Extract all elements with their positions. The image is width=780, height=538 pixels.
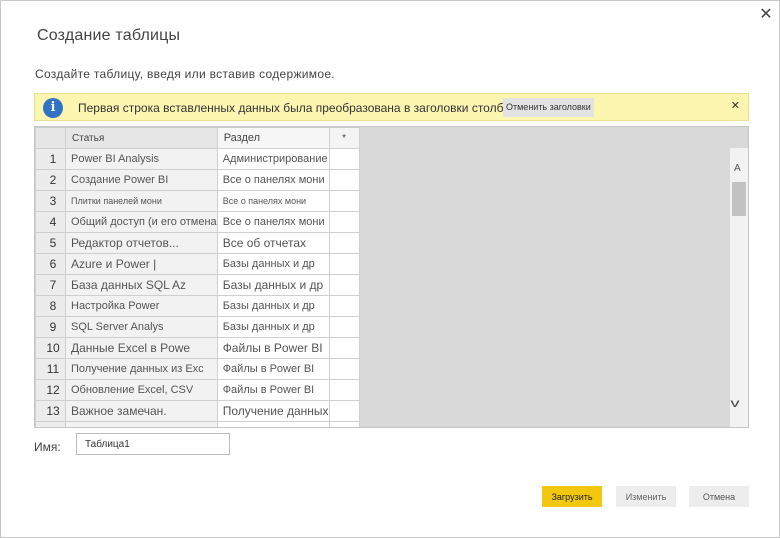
cell-empty[interactable] [328, 169, 360, 191]
scroll-thumb[interactable] [732, 182, 746, 216]
cell-article[interactable]: Обновление Excel, CSV [65, 379, 218, 401]
data-table: Статья Раздел * 1 Power BI Analysis Админи… [35, 127, 360, 427]
cell-article[interactable] [65, 421, 218, 427]
row-number[interactable]: 10 [35, 337, 66, 359]
cell-empty[interactable] [328, 211, 360, 233]
cell-section[interactable]: Базы данных и др [216, 253, 330, 275]
add-column-header[interactable]: * [328, 127, 360, 149]
scroll-up-icon[interactable]: A [734, 163, 741, 174]
cancel-button[interactable]: Отмена [689, 486, 749, 507]
dialog-title: Создание таблицы [37, 27, 181, 44]
cell-section[interactable]: Базы данных и др [216, 274, 330, 296]
table-row: 11 Получение данных из Exc Файлы в Power B… [35, 358, 360, 380]
cell-article[interactable]: Данные Excel в Powe [65, 337, 218, 359]
cell-article[interactable]: Важное замечан. [65, 400, 218, 422]
header-row: Статья Раздел * [35, 127, 360, 149]
vertical-scrollbar[interactable]: A v [730, 148, 748, 427]
table-row: 9 SQL Server Analys Базы данных и др [35, 316, 360, 338]
edit-button[interactable]: Изменить [616, 486, 676, 507]
cell-article[interactable]: Azure и Power | [65, 253, 218, 275]
cell-article[interactable]: Создание Power BI [65, 169, 218, 191]
table-row: 1 Power BI Analysis Администрирование [35, 148, 360, 170]
cell-empty[interactable] [328, 274, 360, 296]
cell-article[interactable]: SQL Server Analys [65, 316, 218, 338]
table-row: 7 База данных SQL Az Базы данных и др [35, 274, 360, 296]
chevron-down-icon[interactable]: v [731, 396, 740, 410]
create-table-dialog: ✕ Создание таблицы Создайте таблицу, вве… [0, 0, 780, 538]
table-row: 12 Обновление Excel, CSV Файлы в Power BI [35, 379, 360, 401]
name-label: Имя: [34, 440, 61, 454]
cell-article[interactable]: База данных SQL Az [65, 274, 218, 296]
cell-article[interactable]: Редактор отчетов... [65, 232, 218, 254]
row-number[interactable]: 13 [35, 400, 66, 422]
cell-empty[interactable] [328, 148, 360, 170]
table-row: 6 Azure и Power | Базы данных и др [35, 253, 360, 275]
data-grid: Статья Раздел * 1 Power BI Analysis Админи… [34, 126, 749, 428]
cell-article[interactable]: Получение данных из Exc [65, 358, 218, 380]
close-icon[interactable]: ✕ [757, 6, 775, 24]
table-row [35, 421, 360, 427]
cell-section[interactable]: Файлы в Power BI [216, 358, 330, 380]
column-header-section[interactable]: Раздел [216, 127, 330, 149]
table-row: 10 Данные Excel в Powe Файлы в Power BI [35, 337, 360, 359]
table-row: 4 Общий доступ (и его отмена Все о панелях… [35, 211, 360, 233]
row-number[interactable]: 11 [35, 358, 66, 380]
cell-empty[interactable] [328, 295, 360, 317]
column-header-article[interactable]: Статья [65, 127, 218, 149]
table-row: 5 Редактор отчетов... Все об отчетах [35, 232, 360, 254]
cell-section[interactable]: Все об отчетах [216, 232, 330, 254]
row-number[interactable]: 3 [35, 190, 66, 212]
cell-empty[interactable] [328, 358, 360, 380]
undo-headers-button[interactable]: Отменить заголовки [503, 98, 594, 117]
cell-empty[interactable] [328, 421, 360, 427]
cell-empty[interactable] [328, 253, 360, 275]
row-number[interactable]: 4 [35, 211, 66, 233]
cell-article[interactable]: Общий доступ (и его отмена [65, 211, 218, 233]
cell-empty[interactable] [328, 400, 360, 422]
banner-close-icon[interactable]: ✕ [731, 99, 740, 112]
row-number[interactable]: 1 [35, 148, 66, 170]
dialog-subtitle: Создайте таблицу, введя или вставив соде… [35, 67, 335, 81]
cell-empty[interactable] [328, 232, 360, 254]
cell-section[interactable]: Администрирование [216, 148, 330, 170]
row-number[interactable]: 8 [35, 295, 66, 317]
cell-empty[interactable] [328, 190, 360, 212]
row-number[interactable]: 2 [35, 169, 66, 191]
cell-empty[interactable] [328, 337, 360, 359]
row-number[interactable] [35, 421, 66, 427]
table-row: 3 Плитки панелей мони Все о панелях мони [35, 190, 360, 212]
row-number[interactable]: 5 [35, 232, 66, 254]
cell-empty[interactable] [328, 379, 360, 401]
info-icon: i [43, 98, 63, 118]
cell-article[interactable]: Power BI Analysis [65, 148, 218, 170]
cell-section[interactable]: Базы данных и др [216, 316, 330, 338]
cell-section[interactable] [216, 421, 330, 427]
banner-text: Первая строка вставленных данных была пр… [78, 101, 524, 115]
table-row: 13 Важное замечан. Получение данных [35, 400, 360, 422]
row-number[interactable]: 12 [35, 379, 66, 401]
cell-section[interactable]: Файлы в Power BI [216, 337, 330, 359]
row-number[interactable]: 6 [35, 253, 66, 275]
cell-section[interactable]: Все о панелях мони [216, 211, 330, 233]
cell-section[interactable]: Файлы в Power BI [216, 379, 330, 401]
cell-section[interactable]: Все о панелях мони [216, 190, 330, 212]
table-row: 8 Настройка Power Базы данных и др [35, 295, 360, 317]
table-name-input[interactable] [76, 433, 230, 455]
cell-section[interactable]: Базы данных и др [216, 295, 330, 317]
cell-article[interactable]: Настройка Power [65, 295, 218, 317]
info-banner: i Первая строка вставленных данных была … [34, 93, 749, 121]
row-number[interactable]: 9 [35, 316, 66, 338]
cell-article[interactable]: Плитки панелей мони [65, 190, 218, 212]
cell-section[interactable]: Получение данных [216, 400, 330, 422]
cell-section[interactable]: Все о панелях мони [216, 169, 330, 191]
table-row: 2 Создание Power BI Все о панелях мони [35, 169, 360, 191]
load-button[interactable]: Загрузить [542, 486, 602, 507]
cell-empty[interactable] [328, 316, 360, 338]
row-number[interactable]: 7 [35, 274, 66, 296]
corner-cell[interactable] [35, 127, 66, 149]
